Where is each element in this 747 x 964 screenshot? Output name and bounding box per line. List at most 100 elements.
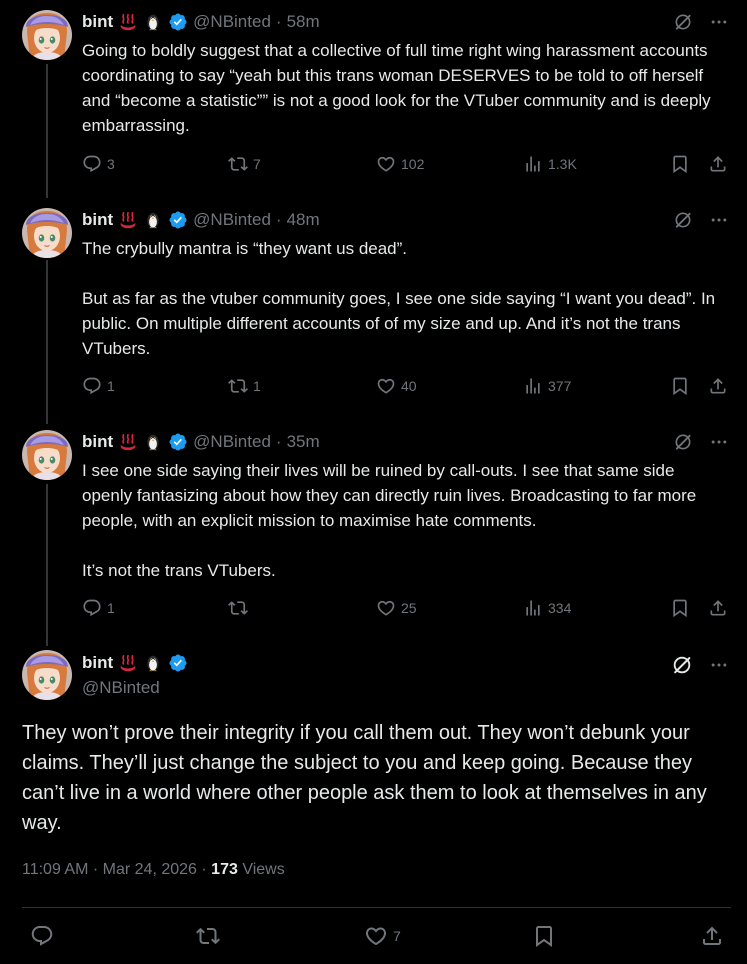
avatar[interactable]: [22, 10, 72, 60]
views-button[interactable]: 377: [523, 376, 571, 396]
separator: ·: [92, 861, 99, 878]
repost-button[interactable]: 7: [228, 154, 261, 174]
repost-count: 1: [253, 378, 261, 394]
thread-tweet[interactable]: bint @NBinted · 58m Going to boldly sugg…: [0, 0, 747, 198]
more-icon[interactable]: [709, 210, 729, 235]
verified-icon[interactable]: [168, 210, 188, 230]
author-handle[interactable]: @NBinted: [193, 12, 271, 32]
bookmark-icon: [670, 376, 690, 396]
verified-icon[interactable]: [168, 432, 188, 452]
author-name[interactable]: bint: [82, 653, 113, 673]
share-icon: [708, 154, 728, 174]
penguin-icon: [143, 432, 163, 452]
author-name[interactable]: bint: [82, 210, 113, 230]
tweet-time[interactable]: 11:09 AM: [22, 861, 88, 878]
more-icon[interactable]: [709, 655, 729, 680]
bookmark-button[interactable]: [670, 376, 690, 396]
separator: ·: [275, 12, 282, 31]
like-button[interactable]: 102: [376, 154, 424, 174]
bookmark-button[interactable]: [670, 154, 690, 174]
like-count: 40: [401, 378, 417, 394]
like-count: 25: [401, 600, 417, 616]
repost-icon: [228, 154, 248, 174]
reply-icon: [30, 924, 54, 948]
author-name[interactable]: bint: [82, 432, 113, 452]
more-icon[interactable]: [709, 12, 729, 37]
grok-icon[interactable]: [673, 12, 693, 37]
hot-springs-icon: [118, 653, 138, 673]
grok-icon[interactable]: [673, 432, 693, 457]
more-icon[interactable]: [709, 432, 729, 457]
reply-count: 1: [107, 378, 115, 394]
bookmark-icon: [670, 598, 690, 618]
reply-button[interactable]: 1: [82, 376, 115, 396]
views-icon: [523, 598, 543, 618]
views-button[interactable]: 1.3K: [523, 154, 577, 174]
like-icon: [376, 598, 396, 618]
tweet-time[interactable]: 35m: [287, 432, 320, 452]
repost-button[interactable]: [228, 598, 253, 618]
hot-springs-icon: [118, 210, 138, 230]
reply-button[interactable]: 3: [82, 154, 115, 174]
share-icon: [708, 376, 728, 396]
repost-icon: [228, 376, 248, 396]
penguin-icon: [143, 12, 163, 32]
share-button[interactable]: [708, 598, 728, 618]
grok-icon[interactable]: [673, 210, 693, 235]
views-icon: [523, 376, 543, 396]
tweet-paragraph: The crybully mantra is “they want us dea…: [82, 239, 408, 258]
author-handle[interactable]: @NBinted: [193, 432, 271, 452]
reply-button[interactable]: 1: [82, 598, 115, 618]
separator: ·: [275, 210, 282, 229]
hot-springs-icon: [118, 12, 138, 32]
tweet-time[interactable]: 58m: [287, 12, 320, 32]
focused-tweet-text: They won’t prove their integrity if you …: [22, 722, 707, 834]
reply-button[interactable]: [30, 924, 54, 948]
grok-icon[interactable]: [671, 654, 693, 681]
tweet-time[interactable]: 48m: [287, 210, 320, 230]
tweet-date[interactable]: Mar 24, 2026: [103, 861, 197, 878]
tweet-timestamp[interactable]: 11:09 AM · Mar 24, 2026 · 173 Views: [22, 861, 285, 879]
like-button[interactable]: 7: [364, 924, 401, 948]
author-handle[interactable]: @NBinted: [82, 678, 160, 698]
avatar[interactable]: [22, 208, 72, 258]
author-name[interactable]: bint: [82, 12, 113, 32]
tweet-paragraph: But as far as the vtuber community goes,…: [82, 289, 716, 358]
like-button[interactable]: 40: [376, 376, 417, 396]
avatar[interactable]: [22, 650, 72, 700]
separator: ·: [201, 861, 207, 878]
share-icon: [708, 598, 728, 618]
author-handle[interactable]: @NBinted: [193, 210, 271, 230]
separator: ·: [275, 432, 282, 451]
like-icon: [376, 376, 396, 396]
bookmark-button[interactable]: [532, 924, 556, 948]
bookmark-button[interactable]: [670, 598, 690, 618]
repost-button[interactable]: 1: [228, 376, 261, 396]
thread-tweet[interactable]: bint @NBinted · 48m The crybully mantra …: [0, 198, 747, 422]
divider: [22, 907, 731, 908]
like-icon: [364, 924, 388, 948]
verified-icon[interactable]: [168, 653, 188, 673]
share-button[interactable]: [708, 154, 728, 174]
penguin-icon: [143, 653, 163, 673]
action-bar: 7: [22, 924, 730, 950]
avatar[interactable]: [22, 430, 72, 480]
repost-count: 7: [253, 156, 261, 172]
tweet-paragraph: It’s not the trans VTubers.: [82, 561, 276, 580]
reply-count: 1: [107, 600, 115, 616]
share-button[interactable]: [700, 924, 724, 948]
repost-button[interactable]: [196, 924, 220, 948]
thread-tweet[interactable]: bint @NBinted · 35m I see one side sayin…: [0, 420, 747, 644]
verified-icon[interactable]: [168, 12, 188, 32]
repost-icon: [228, 598, 248, 618]
like-button[interactable]: 25: [376, 598, 417, 618]
views-count: 1.3K: [548, 156, 577, 172]
views-count: 377: [548, 378, 572, 394]
hot-springs-icon: [118, 432, 138, 452]
like-count: 102: [401, 156, 425, 172]
views-label: Views: [242, 861, 285, 878]
tweet-paragraph: I see one side saying their lives will b…: [82, 461, 697, 530]
views-button[interactable]: 334: [523, 598, 571, 618]
share-button[interactable]: [708, 376, 728, 396]
views-count: 334: [548, 600, 572, 616]
